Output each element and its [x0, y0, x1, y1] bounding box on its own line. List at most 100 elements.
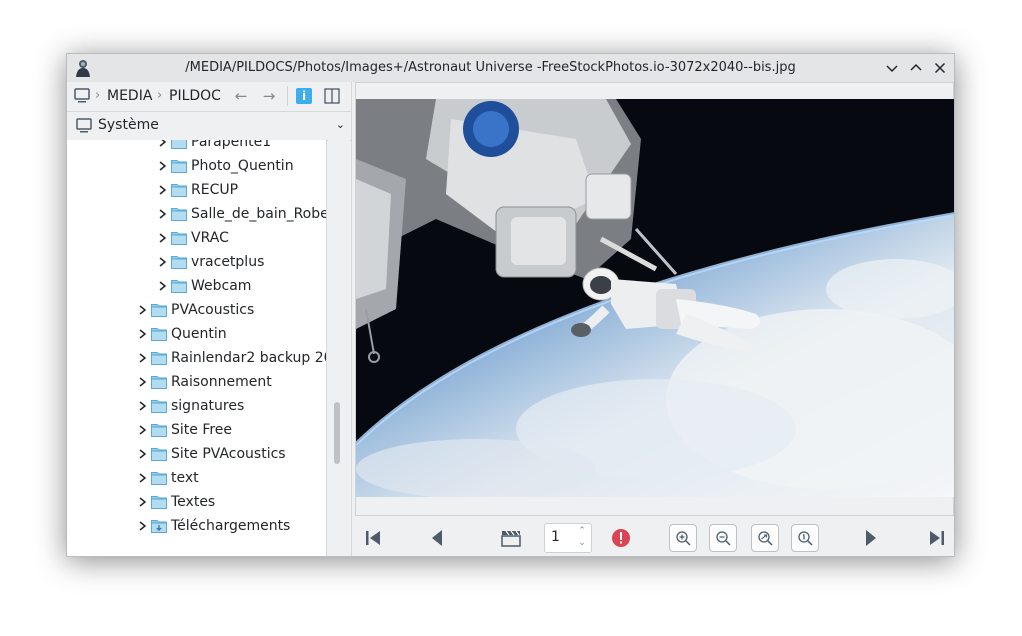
- folder-icon: [151, 328, 167, 341]
- tree-item-label: Textes: [171, 494, 216, 510]
- chevron-right-icon[interactable]: [137, 298, 149, 322]
- tree-item-label: Quentin: [171, 326, 227, 342]
- tree-item-label: Site PVAcoustics: [171, 446, 286, 462]
- maximize-button[interactable]: [906, 58, 926, 78]
- astronaut-photo: [356, 99, 954, 497]
- first-image-button[interactable]: [359, 524, 387, 552]
- back-arrow-icon[interactable]: ←: [231, 87, 251, 105]
- forward-arrow-icon[interactable]: →: [259, 87, 279, 105]
- minimize-button[interactable]: [882, 58, 902, 78]
- zoom-in-button[interactable]: [669, 524, 697, 552]
- close-button[interactable]: [930, 58, 950, 78]
- tree-item-label: Téléchargements: [171, 518, 291, 534]
- zoom-original-button[interactable]: [791, 524, 819, 552]
- close-icon: [934, 62, 946, 74]
- tree-item-label: signatures: [171, 398, 245, 414]
- chevron-up-icon: [910, 63, 922, 71]
- scrollbar-thumb[interactable]: [334, 402, 340, 464]
- previous-image-button[interactable]: [423, 524, 451, 552]
- error-icon: [612, 529, 630, 547]
- location-dropdown[interactable]: Système ⌄: [67, 112, 351, 141]
- folder-icon: [151, 376, 167, 389]
- chevron-right-icon[interactable]: [137, 490, 149, 514]
- toolbar-divider: [287, 86, 288, 106]
- tree-item-label: PVAcoustics: [171, 302, 255, 318]
- folder-icon: [151, 448, 167, 461]
- chevron-right-icon[interactable]: [157, 202, 169, 226]
- folder-icon: [171, 140, 187, 149]
- chevron-right-icon[interactable]: [137, 394, 149, 418]
- breadcrumb-item-pildocs[interactable]: PILDOC: [169, 88, 227, 104]
- location-label: Système: [98, 117, 159, 133]
- chevron-right-icon[interactable]: [137, 442, 149, 466]
- chevron-right-icon[interactable]: [157, 178, 169, 202]
- chevron-down-icon: [886, 65, 898, 73]
- chevron-right-icon[interactable]: [157, 140, 169, 154]
- folder-tree[interactable]: Parapente1 Photo_Quentin RECUP Salle_de_bai…: [67, 140, 327, 556]
- app-icon: [76, 60, 90, 77]
- chevron-right-icon[interactable]: [137, 322, 149, 346]
- image-viewer-window: /MEDIA/PILDOCS/Photos/Images+/Astronaut …: [66, 53, 955, 557]
- tree-item-label: Photo_Quentin: [191, 158, 294, 174]
- skip-first-icon: [366, 531, 380, 545]
- folder-icon: [171, 232, 187, 245]
- next-image-button[interactable]: [857, 524, 885, 552]
- folder-panel: › MEDIA › PILDOC ← → i Système ⌄ Parapen…: [67, 82, 351, 556]
- play-backward-icon: [432, 530, 442, 546]
- tree-item-label: RECUP: [191, 182, 239, 198]
- page-number-spinbox[interactable]: 1 ⌃ ⌄: [544, 523, 592, 553]
- tree-item-label: text: [171, 470, 199, 486]
- info-icon[interactable]: i: [296, 88, 312, 104]
- split-view-icon[interactable]: [324, 88, 340, 104]
- folder-icon: [151, 472, 167, 485]
- zoom-in-icon: [676, 531, 691, 546]
- folder-icon: [151, 352, 167, 365]
- zoom-out-icon: [716, 531, 731, 546]
- tree-item-label: Site Free: [171, 422, 233, 438]
- chevron-right-icon[interactable]: [137, 466, 149, 490]
- window-title: /MEDIA/PILDOCS/Photos/Images+/Astronaut …: [185, 60, 796, 75]
- spin-arrows-icon[interactable]: ⌃ ⌄: [576, 525, 588, 549]
- folder-icon: [151, 496, 167, 509]
- chevron-right-icon: ›: [157, 88, 163, 103]
- chevron-right-icon[interactable]: [157, 250, 169, 274]
- play-forward-icon: [866, 530, 876, 546]
- error-indicator[interactable]: [607, 524, 635, 552]
- skip-last-icon: [930, 531, 944, 545]
- folder-icon: [171, 160, 187, 173]
- tree-item-label: Parapente1: [191, 140, 272, 150]
- folder-icon: [171, 280, 187, 293]
- page-number-value: 1: [551, 529, 560, 545]
- folder-icon: [171, 184, 187, 197]
- chevron-right-icon[interactable]: [157, 154, 169, 178]
- chevron-right-icon[interactable]: [137, 514, 149, 538]
- tree-item-label: Salle_de_bain_Robe: [191, 206, 327, 222]
- tree-vertical-scrollbar[interactable]: [328, 140, 350, 556]
- chevron-right-icon[interactable]: [157, 226, 169, 250]
- chevron-right-icon: ›: [95, 88, 101, 103]
- zoom-fit-icon: [758, 531, 773, 546]
- folder-icon: [171, 256, 187, 269]
- zoom-fit-button[interactable]: [751, 524, 779, 552]
- chevron-right-icon[interactable]: [137, 346, 149, 370]
- computer-icon[interactable]: [73, 88, 91, 104]
- clapperboard-icon: [501, 530, 521, 547]
- folder-icon: [171, 208, 187, 221]
- title-bar: /MEDIA/PILDOCS/Photos/Images+/Astronaut …: [67, 54, 954, 83]
- chevron-right-icon[interactable]: [137, 418, 149, 442]
- download-folder-icon: [151, 520, 167, 533]
- viewer-toolbar: 1 ⌃ ⌄: [355, 516, 954, 556]
- chevron-right-icon[interactable]: [137, 370, 149, 394]
- breadcrumb: › MEDIA › PILDOC ← → i: [67, 82, 351, 112]
- image-viewer[interactable]: [355, 82, 954, 516]
- zoom-original-icon: [798, 531, 813, 546]
- computer-icon: [76, 118, 92, 133]
- slideshow-button[interactable]: [497, 524, 525, 552]
- breadcrumb-item-media[interactable]: MEDIA: [107, 88, 152, 104]
- folder-icon: [151, 304, 167, 317]
- tree-item-label: Rainlendar2 backup 20: [171, 350, 327, 366]
- last-image-button[interactable]: [923, 524, 951, 552]
- zoom-out-button[interactable]: [709, 524, 737, 552]
- chevron-right-icon[interactable]: [157, 274, 169, 298]
- chevron-down-icon: ⌄: [335, 118, 345, 131]
